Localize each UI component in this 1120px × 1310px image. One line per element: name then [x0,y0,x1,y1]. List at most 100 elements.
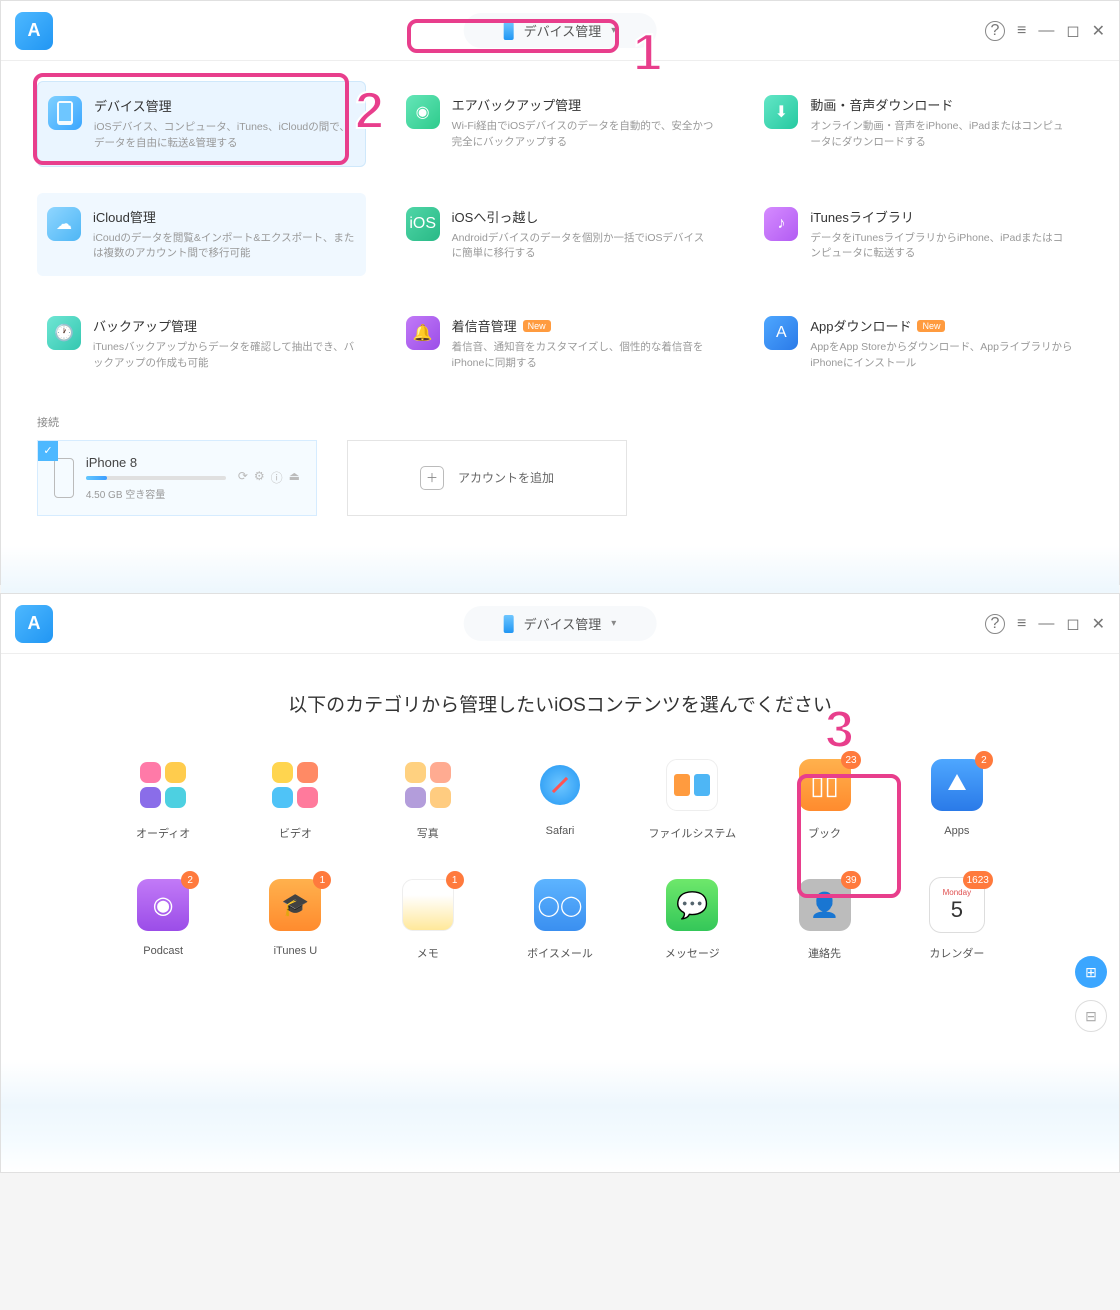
feature-cloud[interactable]: ☁ iCloud管理 iCoudのデータを閲覧&インポート&エクスポート、または… [37,193,366,277]
feature-title: 動画・音声ダウンロード [810,95,1073,114]
device-icon [54,458,74,498]
category-podcast[interactable]: ◉2 Podcast [111,877,215,961]
feature-music[interactable]: ♪ iTunesライブラリ データをiTunesライブラリからiPhone、iP… [754,193,1083,277]
app-logo: A [15,605,53,643]
category-video[interactable]: ビデオ [243,757,347,841]
feature-desc: Androidデバイスのデータを個別か一括でiOSデバイスに簡単に移行する [452,231,715,263]
category-contacts[interactable]: 👤39 連絡先 [772,877,876,961]
menu-icon[interactable]: ≡ [1017,615,1026,633]
window-category-select: A デバイス管理 ▾ ? ≡ — ◻ ✕ 以下のカテゴリから管理したいiOSコン… [0,593,1120,1173]
category-name: ボイスメール [527,945,593,961]
device-card[interactable]: ✓ iPhone 8 4.50 GB 空き容量 ⟳ ⚙ ⓘ ⏏ [37,440,317,516]
itunesu-icon: 🎓1 [267,877,323,933]
count-badge: 39 [841,871,860,889]
check-icon: ✓ [38,441,58,461]
feature-desc: iOSデバイス、コンピュータ、iTunes、iCloudの間で、データを自由に転… [94,120,355,152]
count-badge: 2 [181,871,199,889]
feature-bell[interactable]: 🔔 着信音管理New 着信音、通知音をカスタマイズし、個性的な着信音をiPhon… [396,302,725,386]
add-account-label: アカウントを追加 [458,469,554,486]
feature-clock[interactable]: 🕐 バックアップ管理 iTunesバックアップからデータを確認して抽出でき、バッ… [37,302,366,386]
help-icon[interactable]: ? [985,614,1005,634]
close-icon[interactable]: ✕ [1092,21,1105,41]
feature-title: デバイス管理 [94,96,355,115]
window-controls: ? ≡ — ◻ ✕ [985,614,1105,634]
category-photos[interactable]: 写真 [376,757,480,841]
category-apps[interactable]: 2 Apps [905,757,1009,841]
category-name: ブック [808,825,841,841]
audio-icon [135,757,191,813]
window-controls: ? ≡ — ◻ ✕ [985,21,1105,41]
storage-bar [86,476,226,480]
category-audio[interactable]: オーディオ [111,757,215,841]
category-itunesu[interactable]: 🎓1 iTunes U [243,877,347,961]
help-icon[interactable]: ? [985,21,1005,41]
phone-icon [504,615,514,633]
cloud-icon: ☁ [47,207,81,241]
feature-download[interactable]: ⬇ 動画・音声ダウンロード オンライン動画・音声をiPhone、iPadまたはコ… [754,81,1083,167]
contacts-icon: 👤39 [797,877,853,933]
category-name: iTunes U [274,945,318,957]
category-safari[interactable]: Safari [508,757,612,841]
files-icon [664,757,720,813]
feature-grid: デバイス管理 iOSデバイス、コンピュータ、iTunes、iCloudの間で、デ… [37,81,1083,386]
feature-desc: AppをApp Storeからダウンロード、AppライブラリからiPhoneにイ… [810,340,1073,372]
category-messages[interactable]: 💬 メッセージ [640,877,744,961]
add-account-button[interactable]: ＋ アカウントを追加 [347,440,627,516]
mode-dropdown[interactable]: デバイス管理 ▾ [464,13,657,48]
chevron-down-icon: ▾ [611,618,616,629]
feature-desc: 着信音、通知音をカスタマイズし、個性的な着信音をiPhoneに同期する [452,340,715,372]
new-badge: New [917,320,945,332]
settings-icon[interactable]: ⚙ [254,469,265,486]
category-grid: オーディオ ビデオ 写真 Safari ファイルシステム ▯▯23 ブック 2 Ap… [1,757,1119,961]
eject-icon[interactable]: ⏏ [289,469,300,486]
info-icon[interactable]: ⓘ [271,469,283,486]
maximize-icon[interactable]: ◻ [1066,614,1079,634]
minimize-icon[interactable]: — [1038,615,1054,633]
mode-label: デバイス管理 [524,614,602,633]
minimize-icon[interactable]: — [1038,22,1054,40]
close-icon[interactable]: ✕ [1092,614,1105,634]
count-badge: 1 [313,871,331,889]
podcast-icon: ◉2 [135,877,191,933]
feature-wifi[interactable]: ◉ エアバックアップ管理 Wi-Fi経由でiOSデバイスのデータを自動的で、安全… [396,81,725,167]
main-content: デバイス管理 iOSデバイス、コンピュータ、iTunes、iCloudの間で、デ… [1,61,1119,546]
side-buttons: ⊞ ⊟ [1075,956,1107,1032]
menu-icon[interactable]: ≡ [1017,22,1026,40]
count-badge: 1 [446,871,464,889]
music-icon: ♪ [764,207,798,241]
category-name: オーディオ [136,825,190,841]
category-files[interactable]: ファイルシステム [640,757,744,841]
category-name: 連絡先 [808,945,841,961]
feature-desc: iCoudのデータを閲覧&インポート&エクスポート、または複数のアカウント間で移… [93,231,356,263]
category-name: メモ [417,945,439,961]
calendar-icon: Monday51623 [929,877,985,933]
category-name: ファイルシステム [648,825,736,841]
category-calendar[interactable]: Monday51623 カレンダー [905,877,1009,961]
grid-view-button[interactable]: ⊞ [1075,956,1107,988]
list-view-button[interactable]: ⊟ [1075,1000,1107,1032]
feature-appstore[interactable]: A AppダウンロードNew AppをApp Storeからダウンロード、App… [754,302,1083,386]
feature-title: エアバックアップ管理 [452,95,715,114]
category-name: メッセージ [665,945,720,961]
category-voicemail[interactable]: ◯◯ ボイスメール [508,877,612,961]
messages-icon: 💬 [664,877,720,933]
device-storage: 4.50 GB 空き容量 [86,486,226,501]
feature-phone[interactable]: デバイス管理 iOSデバイス、コンピュータ、iTunes、iCloudの間で、デ… [37,81,366,167]
feature-ios[interactable]: iOS iOSへ引っ越し Androidデバイスのデータを個別か一括でiOSデバ… [396,193,725,277]
category-books[interactable]: ▯▯23 ブック [772,757,876,841]
maximize-icon[interactable]: ◻ [1066,21,1079,41]
feature-title: バックアップ管理 [93,316,356,335]
refresh-icon[interactable]: ⟳ [238,469,248,486]
feature-title: 着信音管理New [452,316,715,335]
feature-title: iCloud管理 [93,207,356,226]
category-name: ビデオ [279,825,312,841]
appstore-icon: A [764,316,798,350]
voicemail-icon: ◯◯ [532,877,588,933]
category-notes[interactable]: 1 メモ [376,877,480,961]
mode-dropdown[interactable]: デバイス管理 ▾ [464,606,657,641]
download-icon: ⬇ [764,95,798,129]
wifi-icon: ◉ [406,95,440,129]
category-name: 写真 [417,825,439,841]
notes-icon: 1 [400,877,456,933]
video-icon [267,757,323,813]
